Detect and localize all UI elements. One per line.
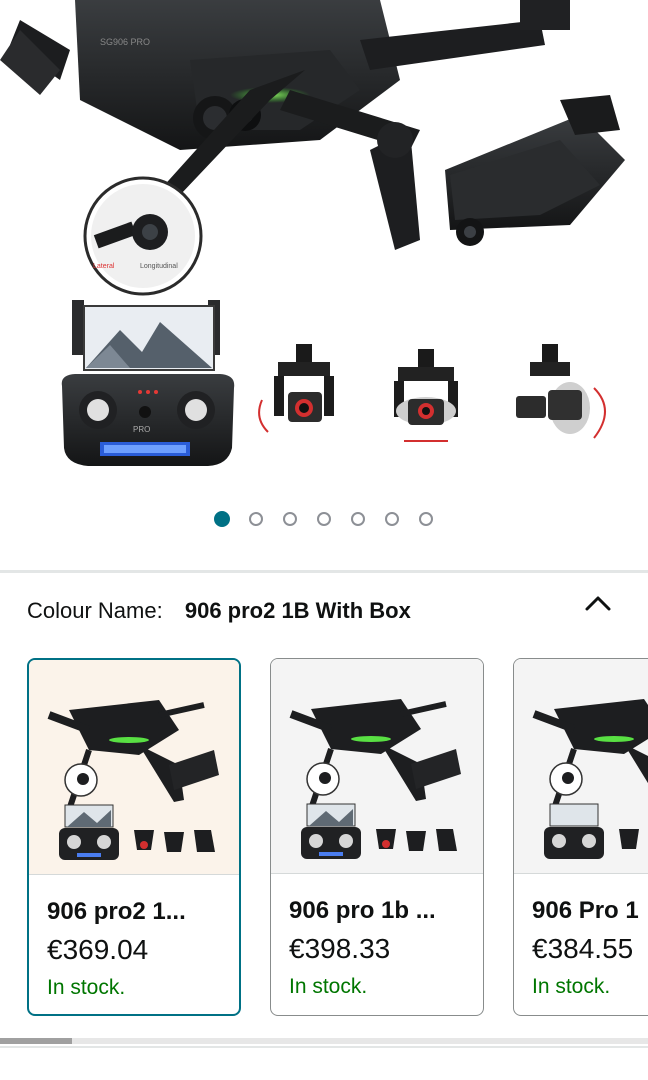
variant-selector-header: Colour Name: 906 pro2 1B With Box — [27, 598, 411, 624]
variant-option-card[interactable]: 906 pro2 1... €369.04 In stock. — [27, 658, 241, 1016]
product-image-carousel[interactable]: SG906 PRO Lateral Longitudinal PRO — [0, 0, 648, 572]
section-divider — [0, 1046, 648, 1048]
svg-text:SG906 PRO: SG906 PRO — [100, 37, 150, 47]
option-stock-status: In stock. — [532, 975, 611, 998]
variant-thumbnail — [29, 660, 239, 874]
svg-text:Longitudinal: Longitudinal — [140, 263, 178, 270]
svg-text:Lateral: Lateral — [93, 263, 115, 270]
option-name: 906 pro2 1... — [47, 898, 186, 925]
option-stock-status: In stock. — [289, 975, 368, 998]
chevron-up-icon[interactable] — [583, 592, 613, 616]
scrollbar-thumb[interactable] — [0, 1038, 72, 1044]
variant-thumbnail — [514, 659, 648, 873]
card-divider — [514, 873, 648, 874]
variant-options-list[interactable]: 906 pro2 1... €369.04 In stock. 906 pro … — [0, 658, 648, 1018]
variant-thumbnail — [271, 659, 483, 873]
option-name: 906 Pro 1 — [532, 897, 639, 924]
carousel-dot[interactable] — [283, 512, 297, 526]
carousel-dot[interactable] — [317, 512, 331, 526]
variant-label: Colour Name: — [27, 598, 163, 623]
carousel-dot[interactable] — [351, 512, 365, 526]
drone-product-image: SG906 PRO Lateral Longitudinal PRO — [0, 0, 625, 466]
variant-option-card[interactable]: 906 Pro 1 €384.55 In stock. — [513, 658, 648, 1016]
option-name: 906 pro 1b ... — [289, 897, 436, 924]
option-stock-status: In stock. — [47, 976, 126, 999]
section-divider — [0, 570, 648, 573]
option-price: €384.55 — [532, 933, 634, 964]
option-price: €398.33 — [289, 933, 391, 964]
variant-selected-value: 906 pro2 1B With Box — [184, 598, 411, 623]
carousel-dot[interactable] — [385, 512, 399, 526]
horizontal-scrollbar[interactable] — [0, 1038, 648, 1044]
carousel-dot[interactable] — [419, 512, 433, 526]
card-divider — [271, 873, 483, 874]
variant-option-card[interactable]: 906 pro 1b ... €398.33 In stock. — [270, 658, 484, 1016]
card-divider — [29, 874, 239, 875]
carousel-dot[interactable] — [249, 512, 263, 526]
carousel-dot[interactable] — [214, 511, 230, 527]
svg-text:PRO: PRO — [133, 425, 150, 434]
option-price: €369.04 — [47, 934, 149, 965]
carousel-pagination[interactable] — [0, 511, 648, 532]
